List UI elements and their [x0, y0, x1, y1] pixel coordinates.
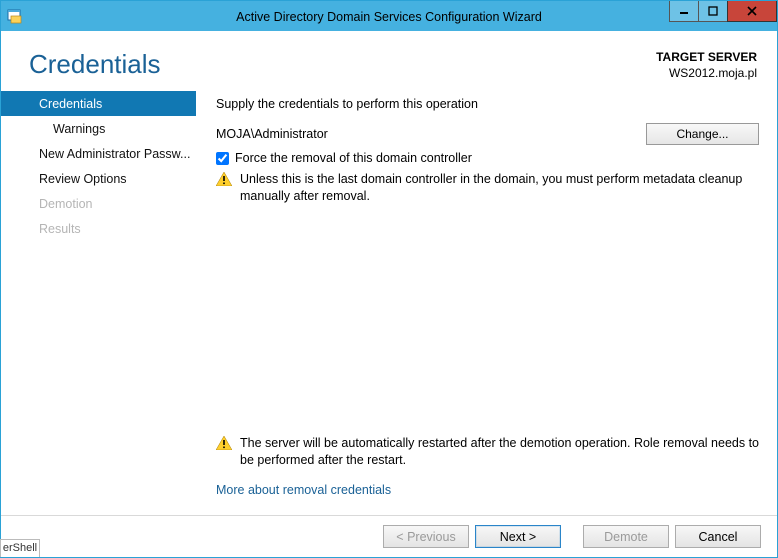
inline-warning-text: Unless this is the last domain controlle…	[240, 171, 759, 205]
target-server-name: WS2012.moja.pl	[656, 65, 757, 81]
bottom-warning: The server will be automatically restart…	[216, 435, 759, 469]
window-title: Active Directory Domain Services Configu…	[1, 9, 777, 24]
change-credentials-button[interactable]: Change...	[646, 123, 759, 145]
force-removal-row[interactable]: Force the removal of this domain control…	[216, 151, 759, 165]
minimize-button[interactable]	[669, 1, 699, 22]
titlebar[interactable]: Active Directory Domain Services Configu…	[1, 1, 777, 31]
inline-warning: Unless this is the last domain controlle…	[216, 171, 759, 205]
step-credentials[interactable]: Credentials	[1, 91, 196, 116]
powershell-taskbar-fragment: erShell	[0, 539, 40, 557]
step-demotion: Demotion	[1, 191, 196, 216]
previous-button: < Previous	[383, 525, 469, 548]
target-server-block: TARGET SERVER WS2012.moja.pl	[656, 49, 757, 81]
close-button[interactable]	[727, 1, 777, 22]
cancel-button[interactable]: Cancel	[675, 525, 761, 548]
demote-button: Demote	[583, 525, 669, 548]
body: Credentials Warnings New Administrator P…	[1, 91, 777, 515]
next-button[interactable]: Next >	[475, 525, 561, 548]
footer-buttons: < Previous Next > Demote Cancel	[1, 515, 777, 557]
step-review-options[interactable]: Review Options	[1, 166, 196, 191]
main-content: Supply the credentials to perform this o…	[196, 91, 777, 515]
credential-row: MOJA\Administrator Change...	[216, 123, 759, 145]
credential-user: MOJA\Administrator	[216, 127, 646, 141]
target-server-label: TARGET SERVER	[656, 49, 757, 65]
step-new-admin-password[interactable]: New Administrator Passw...	[1, 141, 196, 166]
force-removal-label: Force the removal of this domain control…	[235, 151, 472, 165]
warning-icon	[216, 172, 232, 186]
step-warnings[interactable]: Warnings	[1, 116, 196, 141]
page-title: Credentials	[29, 49, 656, 80]
instruction-text: Supply the credentials to perform this o…	[216, 97, 759, 111]
header: Credentials TARGET SERVER WS2012.moja.pl	[1, 31, 777, 81]
more-about-link[interactable]: More about removal credentials	[216, 483, 759, 497]
client-area: Credentials TARGET SERVER WS2012.moja.pl…	[1, 31, 777, 557]
maximize-button[interactable]	[698, 1, 728, 22]
wizard-steps-sidebar: Credentials Warnings New Administrator P…	[1, 91, 196, 515]
force-removal-checkbox[interactable]	[216, 152, 229, 165]
step-results: Results	[1, 216, 196, 241]
wizard-window: Active Directory Domain Services Configu…	[0, 0, 778, 558]
window-controls	[670, 1, 777, 23]
bottom-warning-text: The server will be automatically restart…	[240, 435, 759, 469]
warning-icon	[216, 436, 232, 450]
